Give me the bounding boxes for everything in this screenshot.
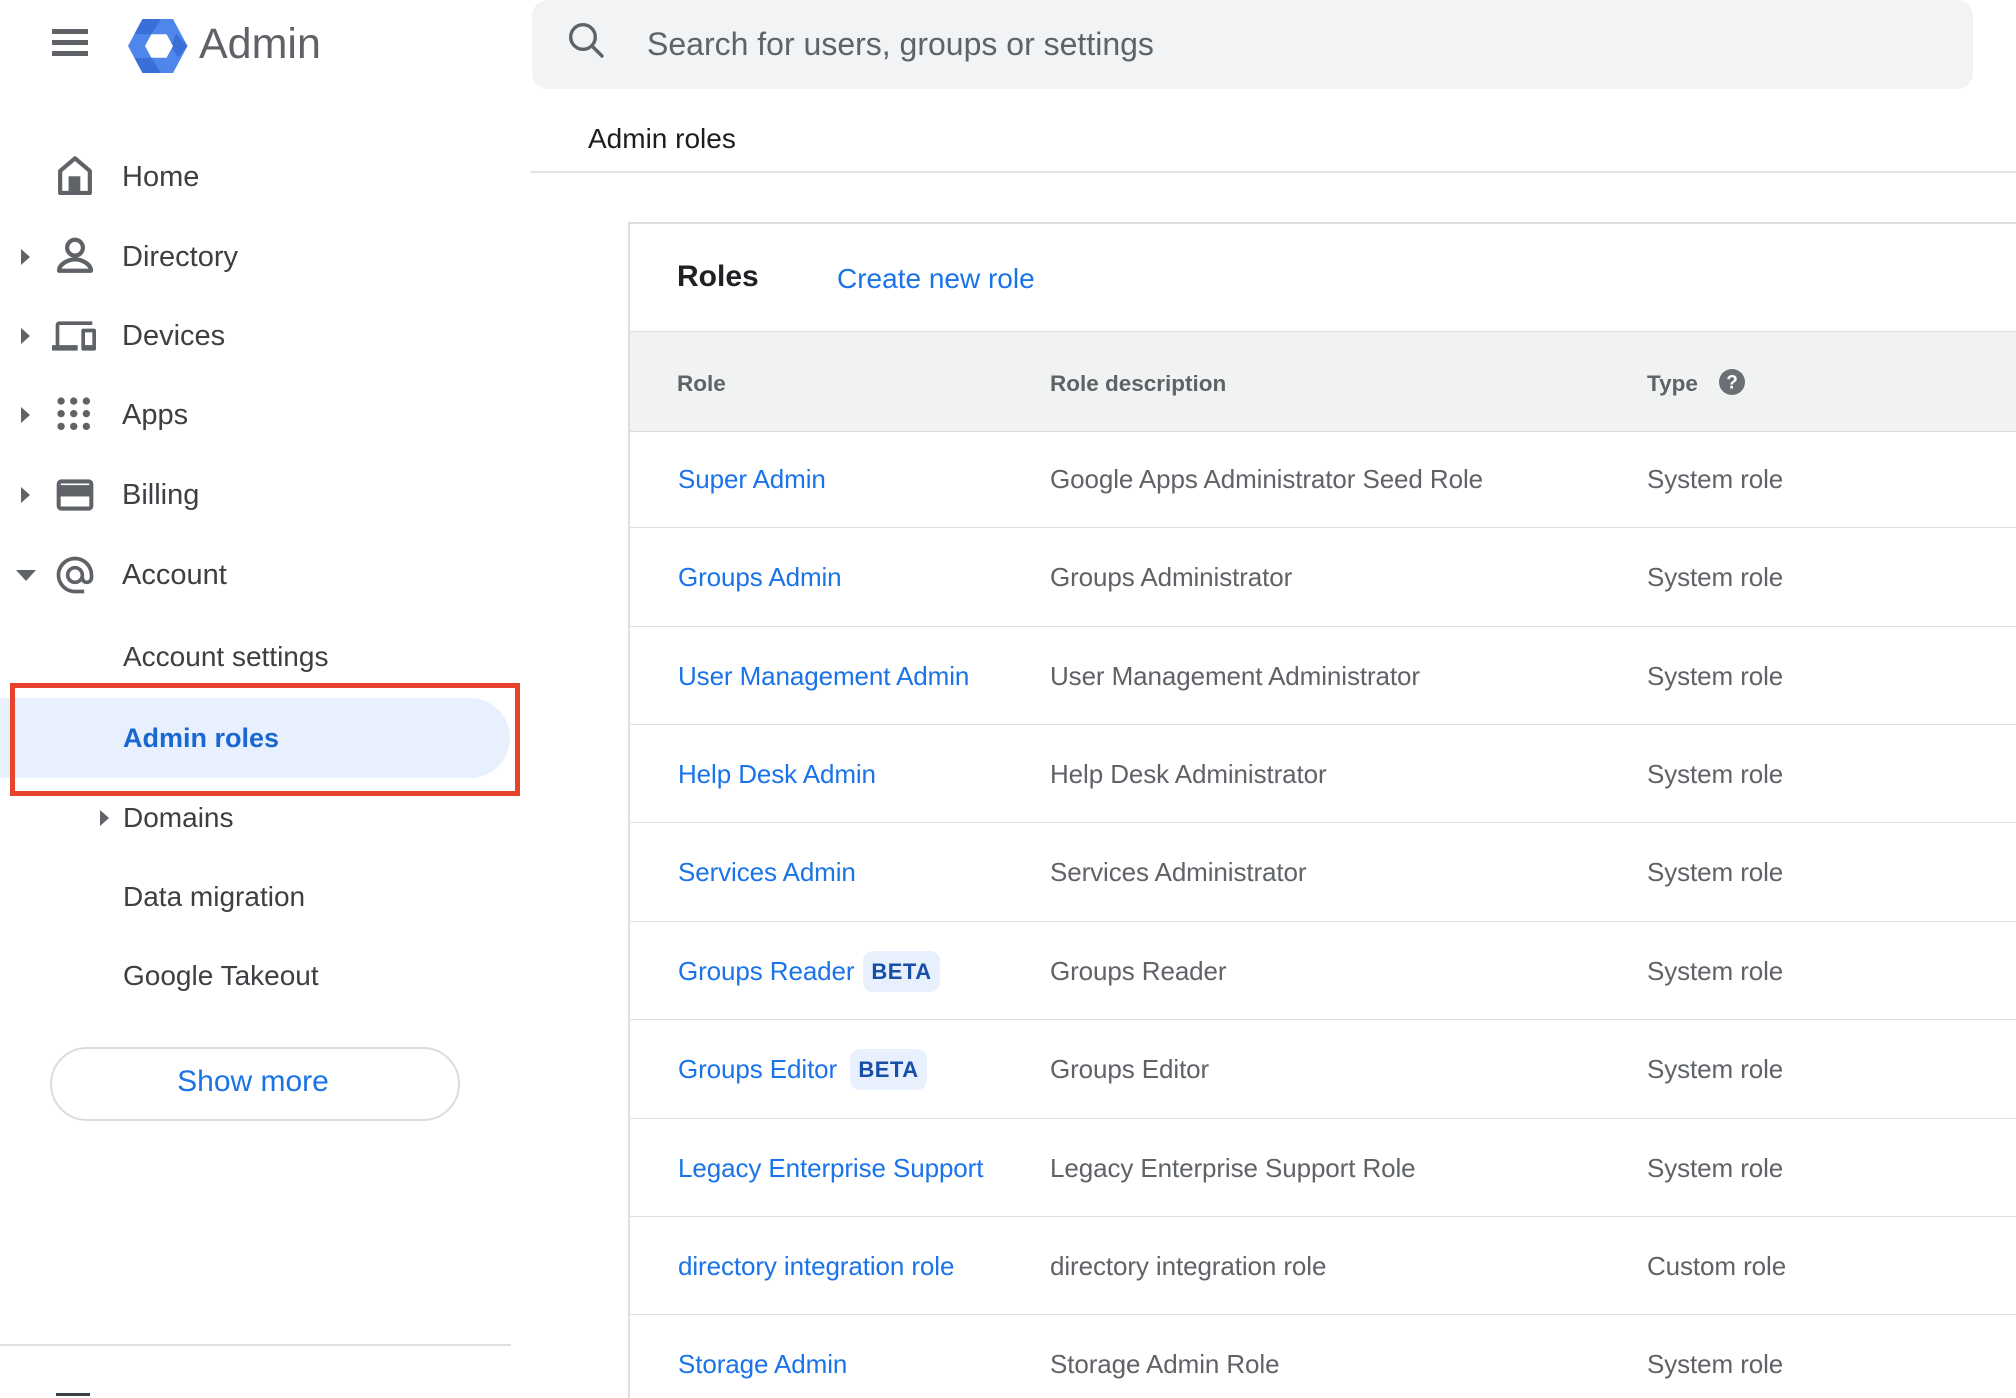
svg-text:?: ? bbox=[1726, 373, 1738, 394]
